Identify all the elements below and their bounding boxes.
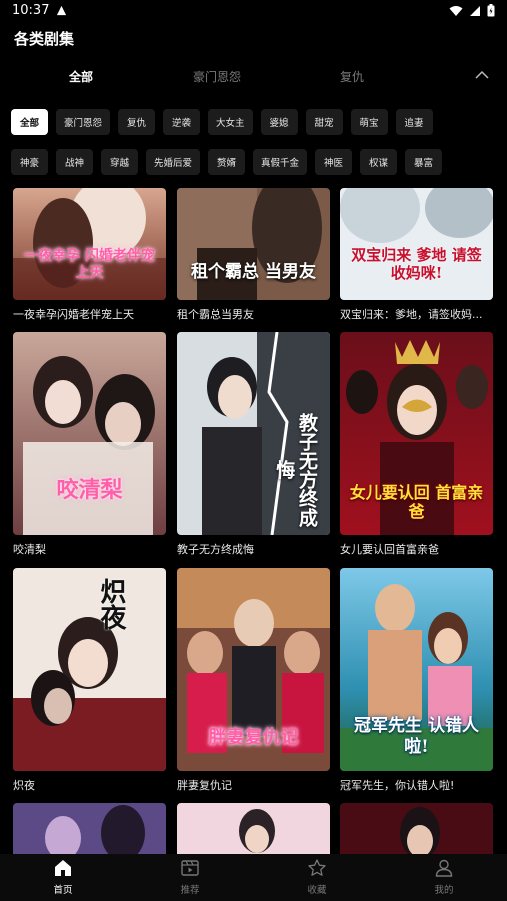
drama-title: 胖妻复仇记 xyxy=(177,779,232,792)
drama-title: 炽夜 xyxy=(13,779,35,792)
poster-caption: 租个霸总 当男友 xyxy=(191,261,316,282)
chip-war-god[interactable]: 战神 xyxy=(56,149,93,175)
drama-card[interactable]: 双宝归来 爹地 请签收妈咪! 双宝归来：爹地，请签收妈... xyxy=(340,188,493,322)
chip-power-play[interactable]: 权谋 xyxy=(360,149,398,175)
chip-marriage-first[interactable]: 先婚后爱 xyxy=(146,149,201,175)
chip-comeback[interactable]: 逆袭 xyxy=(163,109,201,135)
tab-family-feud[interactable]: 豪门恩怨 xyxy=(193,68,241,85)
nav-favorites[interactable]: 收藏 xyxy=(277,858,357,896)
drama-grid: 一夜幸孕 闪婚老伴宠上天 一夜幸孕闪婚老伴宠上天 租个霸总 当男友 租个霸总当男… xyxy=(0,188,507,854)
nav-label: 首页 xyxy=(53,885,73,896)
drama-title: 双宝归来：爹地，请签收妈... xyxy=(340,308,483,321)
drama-poster xyxy=(177,803,330,854)
status-time: 10:37 xyxy=(12,3,50,18)
category-tabs: 全部 豪门恩怨 复仇 xyxy=(0,60,507,94)
poster-caption: 咬清梨 xyxy=(56,476,123,503)
person-icon xyxy=(435,859,453,877)
drama-poster: 冠军先生 认错人啦! xyxy=(340,568,493,771)
drama-title: 咬清梨 xyxy=(13,543,46,556)
drama-card[interactable]: 租个霸总 当男友 租个霸总当男友 xyxy=(177,188,330,322)
drama-title: 教子无方终成悔 xyxy=(177,543,254,556)
drama-poster: 双宝归来 爹地 请签收妈咪! xyxy=(340,188,493,300)
nav-home[interactable]: 首页 xyxy=(23,858,103,896)
chip-revenge[interactable]: 复仇 xyxy=(118,109,156,135)
film-icon xyxy=(181,860,199,876)
drama-card[interactable]: 教子无方终成悔 教子无方终成悔 xyxy=(177,332,330,557)
drama-title: 租个霸总当男友 xyxy=(177,308,254,321)
status-bar: 10:37 xyxy=(0,0,507,24)
drama-poster: 租个霸总 当男友 xyxy=(177,188,330,300)
drama-poster: 咬清梨 xyxy=(13,332,166,535)
chip-heroine[interactable]: 大女主 xyxy=(208,109,253,135)
nav-label: 推荐 xyxy=(180,885,200,896)
drama-poster xyxy=(340,803,493,854)
drama-title: 冠军先生，你认错人啦! xyxy=(340,779,455,792)
drama-poster: 教子无方终成悔 xyxy=(177,332,330,535)
genre-chips-row-2: 神豪 战神 穿越 先婚后爱 赘婿 真假千金 神医 权谋 暴富 xyxy=(11,149,443,175)
star-icon xyxy=(308,859,326,876)
drama-poster: 女儿要认回 首富亲爸 xyxy=(340,332,493,535)
drama-title: 女儿要认回首富亲爸 xyxy=(340,543,439,556)
drama-card[interactable]: 一夜幸孕 闪婚老伴宠上天 一夜幸孕闪婚老伴宠上天 xyxy=(13,188,166,322)
chip-tycoon[interactable]: 神豪 xyxy=(11,149,48,175)
chip-sweet-romance[interactable]: 甜宠 xyxy=(305,109,343,135)
drama-poster: 胖妻复仇记 xyxy=(177,568,330,771)
tab-revenge[interactable]: 复仇 xyxy=(340,68,364,85)
poster-caption: 冠军先生 认错人啦! xyxy=(354,716,479,757)
cellular-icon xyxy=(470,5,480,16)
status-icons xyxy=(449,4,495,17)
chip-time-travel[interactable]: 穿越 xyxy=(101,149,138,175)
drama-card[interactable]: 冠军先生 认错人啦! 冠军先生，你认错人啦! xyxy=(340,568,493,793)
drama-poster xyxy=(13,803,166,854)
chip-son-in-law[interactable]: 赘婿 xyxy=(208,149,246,175)
poster-caption: 女儿要认回 首富亲爸 xyxy=(349,482,484,521)
drama-card[interactable] xyxy=(340,803,493,854)
poster-caption: 双宝归来 爹地 请签收妈咪! xyxy=(351,246,482,282)
poster-caption: 一夜幸孕 闪婚老伴宠上天 xyxy=(24,248,155,282)
bottom-nav: 首页 推荐 收藏 我的 xyxy=(0,854,507,901)
page-title: 各类剧集 xyxy=(14,30,75,48)
poster-caption: 炽夜 xyxy=(96,578,126,630)
chip-true-false-heiress[interactable]: 真假千金 xyxy=(253,149,308,175)
chip-miracle-doctor[interactable]: 神医 xyxy=(315,149,353,175)
tab-all[interactable]: 全部 xyxy=(69,68,93,85)
chip-family-feud[interactable]: 豪门恩怨 xyxy=(56,109,111,135)
nav-profile[interactable]: 我的 xyxy=(404,858,484,896)
drama-poster: 炽夜 xyxy=(13,568,166,771)
wifi-icon xyxy=(449,5,463,16)
drama-card[interactable] xyxy=(177,803,330,854)
drama-card[interactable]: 炽夜 炽夜 xyxy=(13,568,166,793)
drama-card[interactable]: 咬清梨 咬清梨 xyxy=(13,332,166,557)
drama-card[interactable]: 女儿要认回 首富亲爸 女儿要认回首富亲爸 xyxy=(340,332,493,557)
drama-poster: 一夜幸孕 闪婚老伴宠上天 xyxy=(13,188,166,300)
chip-sudden-wealth[interactable]: 暴富 xyxy=(405,149,443,175)
poster-caption: 教子无方终成悔 xyxy=(273,412,318,527)
battery-icon xyxy=(487,4,495,17)
drama-card[interactable]: 胖妻复仇记 胖妻复仇记 xyxy=(177,568,330,793)
nav-label: 我的 xyxy=(434,885,454,896)
home-icon xyxy=(55,860,71,876)
drama-card[interactable] xyxy=(13,803,166,854)
poster-caption: 胖妻复仇记 xyxy=(208,727,299,749)
chip-all[interactable]: 全部 xyxy=(11,109,48,135)
nav-recommend[interactable]: 推荐 xyxy=(150,858,230,896)
nav-label: 收藏 xyxy=(307,885,327,896)
chip-in-laws[interactable]: 婆媳 xyxy=(260,109,298,135)
drama-title: 一夜幸孕闪婚老伴宠上天 xyxy=(13,308,134,321)
notification-icon xyxy=(56,5,67,16)
chevron-up-icon[interactable] xyxy=(475,70,489,80)
genre-chips-row-1: 全部 豪门恩怨 复仇 逆袭 大女主 婆媳 甜宠 萌宝 追妻 xyxy=(11,109,433,135)
chip-cute-baby[interactable]: 萌宝 xyxy=(350,109,388,135)
chip-chase-wife[interactable]: 追妻 xyxy=(395,109,433,135)
